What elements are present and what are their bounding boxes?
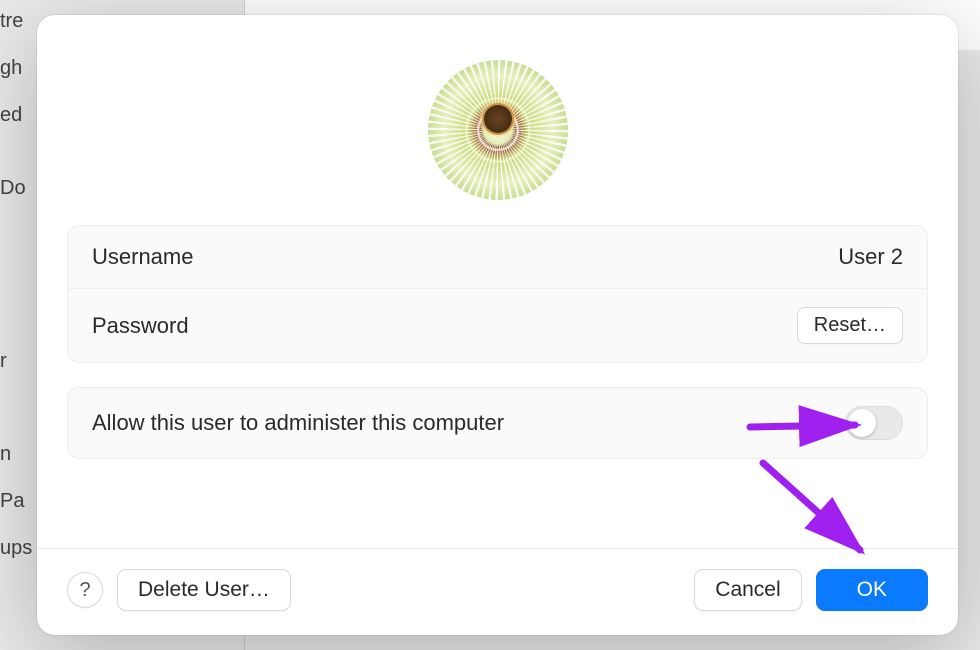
help-icon: ? <box>79 579 90 602</box>
admin-toggle[interactable] <box>845 406 903 440</box>
username-value: User 2 <box>838 244 903 270</box>
admin-section: Allow this user to administer this compu… <box>67 387 928 459</box>
ok-button[interactable]: OK <box>816 569 928 611</box>
admin-label: Allow this user to administer this compu… <box>92 410 504 436</box>
dialog-content: Username User 2 Password Reset… Allow th… <box>37 200 958 540</box>
reset-password-button[interactable]: Reset… <box>797 307 903 344</box>
user-credentials-section: Username User 2 Password Reset… <box>67 225 928 363</box>
dialog-footer: ? Delete User… Cancel OK <box>37 549 958 635</box>
admin-row: Allow this user to administer this compu… <box>68 388 927 458</box>
username-label: Username <box>92 244 193 270</box>
user-avatar-dandelion-icon[interactable] <box>428 60 568 200</box>
username-row: Username User 2 <box>68 226 927 288</box>
help-button[interactable]: ? <box>67 572 103 608</box>
avatar-area <box>37 15 958 200</box>
cancel-button[interactable]: Cancel <box>694 569 801 611</box>
password-label: Password <box>92 313 189 339</box>
delete-user-button[interactable]: Delete User… <box>117 569 291 611</box>
password-row: Password Reset… <box>68 288 927 362</box>
user-settings-dialog: Username User 2 Password Reset… Allow th… <box>37 15 958 635</box>
toggle-knob <box>848 409 876 437</box>
